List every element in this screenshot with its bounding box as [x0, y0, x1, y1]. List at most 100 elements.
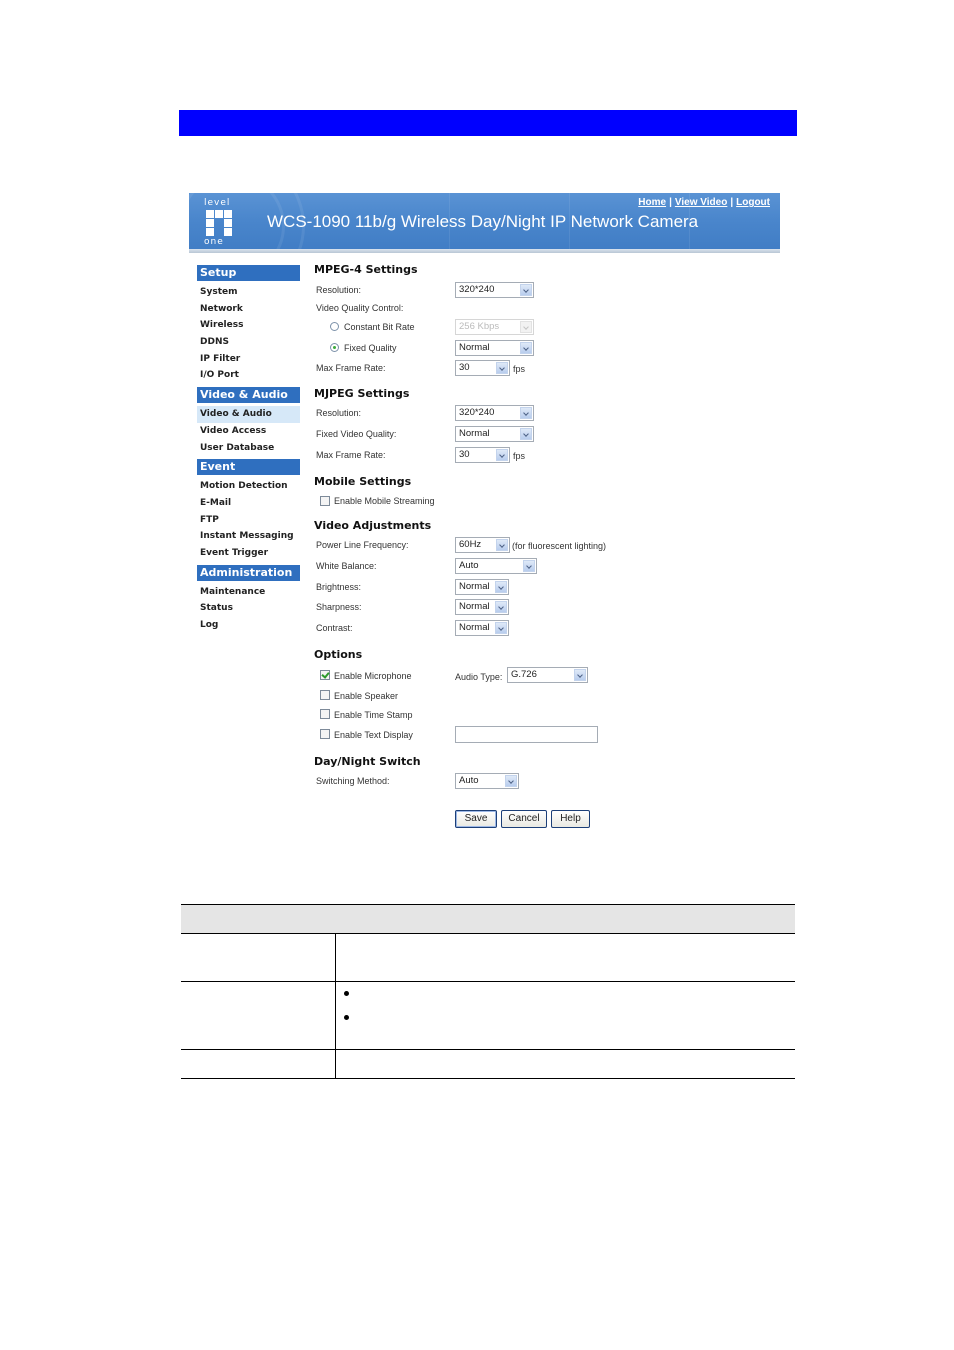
sidebar-item-ftp[interactable]: FTP	[197, 512, 300, 529]
enable-speaker-label: Enable Speaker	[334, 691, 399, 701]
select-value: 320*240	[459, 407, 495, 418]
sidebar-group-setup: Setup System Network Wireless DDNS IP Fi…	[197, 265, 300, 384]
sidebar-item-instant-messaging[interactable]: Instant Messaging	[197, 528, 300, 545]
select-value: Normal	[459, 622, 490, 633]
options-heading: Options	[314, 648, 363, 661]
sidebar-item-log[interactable]: Log	[197, 617, 300, 634]
home-link[interactable]: Home	[638, 197, 666, 208]
sharpness-select[interactable]: Normal	[455, 599, 509, 615]
sidebar-section-administration: Administration	[197, 564, 300, 581]
video-adjustments-heading: Video Adjustments	[314, 519, 432, 532]
sidebar-item-io-port[interactable]: I/O Port	[197, 367, 300, 384]
cancel-button[interactable]: Cancel	[501, 810, 547, 828]
mpeg4-framerate-select[interactable]: 30	[455, 360, 510, 376]
help-button[interactable]: Help	[551, 810, 590, 828]
camera-config-screenshot: level one WCS-1090 11b/g Wireless Day/Ni…	[189, 193, 781, 843]
white-balance-select[interactable]: Auto	[455, 558, 537, 574]
power-line-frequency-select[interactable]: 60Hz	[455, 537, 510, 553]
table-row	[181, 982, 795, 1050]
levelone-logo: level one	[204, 199, 244, 247]
sidebar-item-ddns[interactable]: DDNS	[197, 334, 300, 351]
mpeg4-resolution-select[interactable]: 320*240	[455, 282, 534, 298]
sidebar-item-event-trigger[interactable]: Event Trigger	[197, 545, 300, 562]
fixed-quality-select[interactable]: Normal	[455, 340, 534, 356]
sidebar-item-video-audio[interactable]: Video & Audio	[197, 406, 300, 423]
brightness-select[interactable]: Normal	[455, 579, 509, 595]
sharpness-label: Sharpness:	[316, 602, 362, 612]
chevron-down-icon	[495, 622, 507, 634]
sidebar-item-email[interactable]: E-Mail	[197, 495, 300, 512]
sidebar-group-video-audio: Video & Audio Video & Audio Video Access…	[197, 387, 300, 456]
contrast-select[interactable]: Normal	[455, 620, 509, 636]
select-value: 60Hz	[459, 539, 482, 550]
switching-method-select[interactable]: Auto	[455, 773, 519, 789]
sidebar-section-event: Event	[197, 459, 300, 476]
mobile-heading: Mobile Settings	[314, 475, 412, 488]
mjpeg-quality-select[interactable]: Normal	[455, 426, 534, 442]
sidebar-item-maintenance[interactable]: Maintenance	[197, 584, 300, 601]
chevron-down-icon	[520, 428, 532, 440]
audio-type-select[interactable]: G.726	[507, 667, 588, 683]
enable-mobile-streaming-checkbox[interactable]	[320, 496, 330, 506]
sidebar-group-event: Event Motion Detection E-Mail FTP Instan…	[197, 459, 300, 561]
select-value: Normal	[459, 601, 490, 612]
mpeg4-framerate-label: Max Frame Rate:	[316, 363, 386, 373]
view-video-link[interactable]: View Video	[675, 197, 727, 208]
nav-separator: |	[669, 197, 672, 208]
text-display-input[interactable]	[455, 726, 598, 743]
sidebar-item-user-database[interactable]: User Database	[197, 440, 300, 457]
page-banner-bar	[179, 110, 797, 136]
chevron-down-icon	[523, 560, 535, 572]
mpeg4-resolution-label: Resolution:	[316, 285, 362, 295]
sidebar-item-video-access[interactable]: Video Access	[197, 423, 300, 440]
mjpeg-resolution-label: Resolution:	[316, 408, 362, 418]
white-balance-label: White Balance:	[316, 561, 377, 571]
enable-text-display-checkbox[interactable]	[320, 729, 330, 739]
chevron-down-icon	[520, 342, 532, 354]
enable-microphone-checkbox[interactable]	[320, 670, 330, 680]
select-value: 256 Kbps	[459, 321, 500, 332]
fixed-quality-radio[interactable]	[330, 343, 339, 352]
table-row	[181, 934, 795, 982]
chevron-down-icon	[495, 581, 507, 593]
select-value: Normal	[459, 342, 490, 353]
chevron-down-icon	[496, 449, 508, 461]
select-value: Auto	[459, 560, 479, 571]
sidebar-item-network[interactable]: Network	[197, 301, 300, 318]
constant-bit-rate-select[interactable]: 256 Kbps	[455, 319, 534, 335]
save-button[interactable]: Save	[455, 810, 497, 828]
sidebar-item-motion-detection[interactable]: Motion Detection	[197, 478, 300, 495]
header-nav: Home | View Video | Logout	[638, 197, 770, 208]
bullet-icon	[344, 1015, 349, 1020]
sidebar-item-system[interactable]: System	[197, 284, 300, 301]
mjpeg-framerate-select[interactable]: 30	[455, 447, 510, 463]
logout-link[interactable]: Logout	[736, 197, 770, 208]
select-value: Normal	[459, 581, 490, 592]
select-value: Normal	[459, 428, 490, 439]
chevron-down-icon	[495, 601, 507, 613]
nav-separator: |	[730, 197, 734, 208]
description-table	[181, 904, 795, 1079]
audio-type-label: Audio Type:	[455, 672, 503, 682]
select-value: G.726	[511, 669, 537, 680]
constant-bit-rate-radio[interactable]	[330, 322, 339, 331]
enable-speaker-checkbox[interactable]	[320, 690, 330, 700]
chevron-down-icon	[496, 539, 508, 551]
contrast-label: Contrast:	[316, 623, 353, 633]
sidebar-item-ip-filter[interactable]: IP Filter	[197, 351, 300, 368]
logo-text-bottom: one	[204, 237, 224, 247]
select-value: 320*240	[459, 284, 495, 295]
brightness-label: Brightness:	[316, 582, 362, 592]
sidebar: Setup System Network Wireless DDNS IP Fi…	[197, 265, 300, 637]
chevron-down-icon	[574, 669, 586, 681]
table-cell-label	[181, 934, 336, 981]
table-header	[181, 904, 795, 934]
day-night-heading: Day/Night Switch	[314, 755, 421, 768]
chevron-down-icon	[520, 321, 532, 333]
sidebar-item-wireless[interactable]: Wireless	[197, 317, 300, 334]
logo-text-top: level	[204, 198, 231, 208]
enable-time-stamp-checkbox[interactable]	[320, 709, 330, 719]
mjpeg-resolution-select[interactable]: 320*240	[455, 405, 534, 421]
table-row	[181, 1050, 795, 1079]
sidebar-item-status[interactable]: Status	[197, 600, 300, 617]
